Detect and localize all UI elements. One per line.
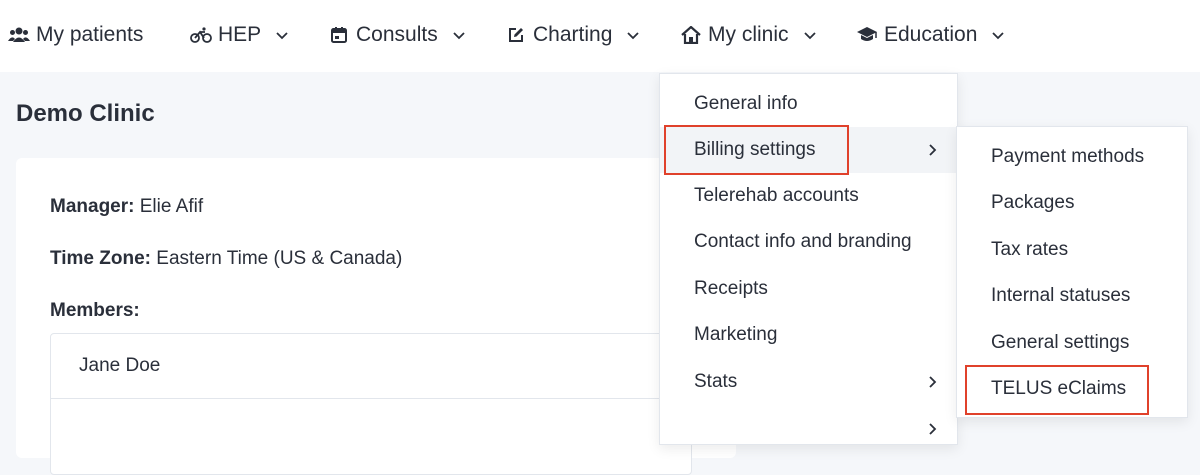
nav-my-patients[interactable]: My patients [8, 20, 143, 50]
chevron-down-icon [626, 27, 642, 43]
chevron-down-icon [803, 27, 819, 43]
list-item[interactable]: Jane Doe [51, 334, 691, 399]
menu-item-label: Marketing [694, 324, 778, 345]
chevron-down-icon [991, 27, 1007, 43]
top-navigation: My patients HEP Consults Charting My cli… [0, 0, 1200, 72]
nav-charting[interactable]: Charting [505, 20, 642, 50]
members-list: Jane Doe [50, 333, 692, 475]
submenu-item-packages[interactable]: Packages [957, 180, 1187, 226]
users-icon [8, 24, 30, 46]
submenu-item-telus-eclaims[interactable]: TELUS eClaims [957, 366, 1187, 412]
nav-label: My patients [36, 23, 144, 46]
manager-field: Manager: Elie Afif [50, 196, 203, 218]
menu-item-next-partial[interactable] [660, 406, 957, 452]
submenu-item-payment-methods[interactable]: Payment methods [957, 134, 1187, 180]
submenu-item-tax-rates[interactable]: Tax rates [957, 227, 1187, 273]
chevron-down-icon [452, 27, 468, 43]
billing-settings-submenu: Payment methods Packages Tax rates Inter… [956, 126, 1188, 418]
members-label: Members: [50, 300, 140, 321]
menu-item-label: General info [694, 93, 798, 114]
timezone-field: Time Zone: Eastern Time (US & Canada) [50, 248, 402, 270]
manager-label: Manager: [50, 196, 135, 217]
menu-item-label: Receipts [694, 278, 768, 299]
timezone-value: Eastern Time (US & Canada) [156, 248, 403, 269]
menu-item-label: Contact info and branding [694, 231, 912, 252]
my-clinic-dropdown: General info Billing settings Telerehab … [659, 73, 958, 445]
nav-label: HEP [218, 23, 262, 46]
nav-hep[interactable]: HEP [190, 20, 291, 50]
home-icon [680, 24, 702, 46]
submenu-item-label: Payment methods [991, 146, 1145, 167]
calendar-icon [328, 24, 350, 46]
menu-item-billing-settings[interactable]: Billing settings [660, 127, 957, 173]
manager-value: Elie Afif [139, 196, 204, 217]
chevron-right-icon [927, 421, 939, 437]
graduation-cap-icon [856, 24, 878, 46]
chevron-right-icon [927, 374, 939, 390]
nav-label: Education [884, 23, 978, 46]
bicycle-icon [190, 24, 212, 46]
member-name: Jane Doe [79, 355, 161, 376]
chevron-right-icon [927, 142, 939, 158]
chevron-down-icon [275, 27, 291, 43]
submenu-item-general-settings[interactable]: General settings [957, 320, 1187, 366]
menu-item-marketing[interactable]: Marketing [660, 312, 957, 358]
menu-item-telerehab-accounts[interactable]: Telerehab accounts [660, 173, 957, 219]
nav-label: Consults [356, 23, 438, 46]
menu-item-contact-info-branding[interactable]: Contact info and branding [660, 219, 957, 265]
members-heading: Members: [50, 300, 140, 322]
submenu-item-label: TELUS eClaims [991, 378, 1127, 399]
nav-consults[interactable]: Consults [328, 20, 468, 50]
edit-icon [505, 24, 527, 46]
submenu-item-label: General settings [991, 332, 1130, 353]
menu-item-label: Stats [694, 371, 738, 392]
submenu-item-label: Internal statuses [991, 285, 1131, 306]
submenu-item-label: Tax rates [991, 239, 1069, 260]
nav-label: Charting [533, 23, 613, 46]
timezone-label: Time Zone: [50, 248, 151, 269]
menu-item-label: Telerehab accounts [694, 185, 859, 206]
nav-education[interactable]: Education [856, 20, 1007, 50]
page-title: Demo Clinic [16, 100, 155, 127]
submenu-item-label: Packages [991, 192, 1075, 213]
menu-item-receipts[interactable]: Receipts [660, 266, 957, 312]
submenu-item-internal-statuses[interactable]: Internal statuses [957, 273, 1187, 319]
menu-item-label: Billing settings [694, 139, 816, 160]
menu-item-general-info[interactable]: General info [660, 81, 957, 127]
menu-item-stats[interactable]: Stats [660, 359, 957, 405]
nav-label: My clinic [708, 23, 789, 46]
nav-my-clinic[interactable]: My clinic [680, 20, 819, 50]
